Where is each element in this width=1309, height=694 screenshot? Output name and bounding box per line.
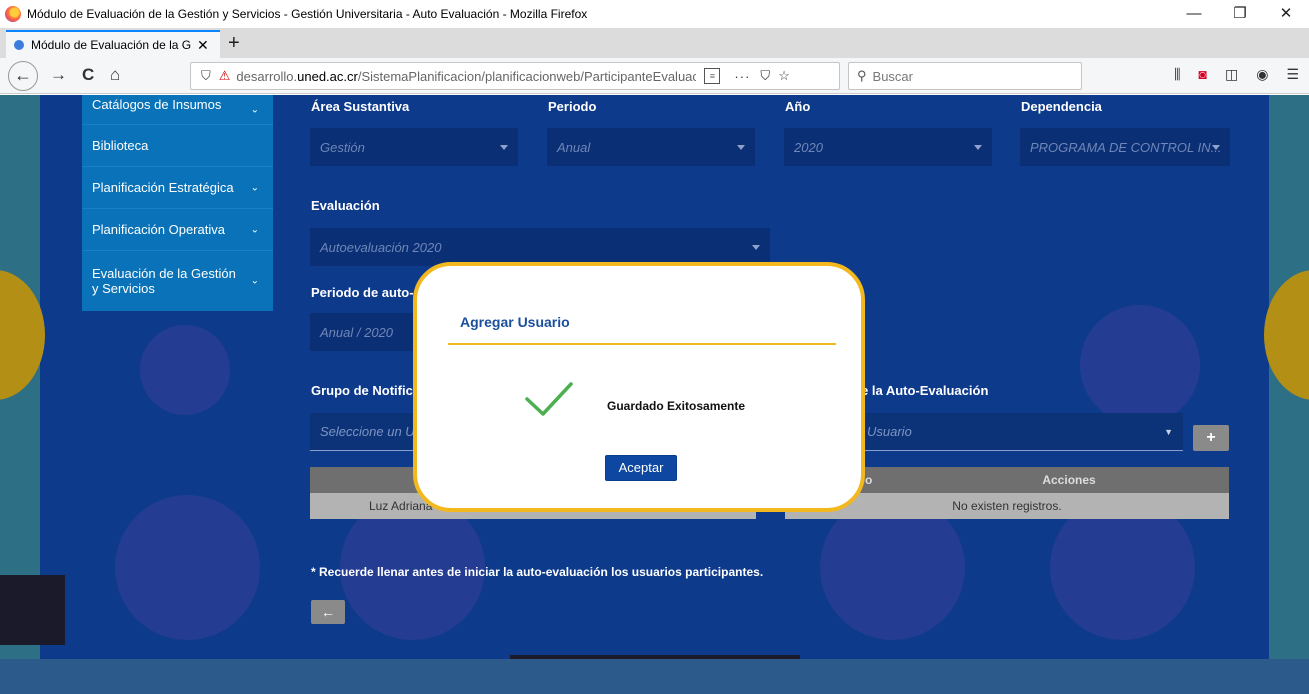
periodo-select[interactable]: Anual — [547, 128, 755, 166]
tab-title: Módulo de Evaluación de la Ge — [31, 38, 191, 52]
people-illustration — [140, 325, 230, 415]
search-placeholder: Buscar — [872, 68, 913, 84]
chevron-down-icon: ⌄ — [250, 224, 259, 235]
sidebar-item-catalogos[interactable]: Catálogos de Insumos ⌄ — [82, 95, 273, 125]
insecure-lock-icon[interactable]: ⚠ — [219, 68, 231, 84]
account-icon[interactable]: ◉ — [1256, 66, 1268, 83]
tracking-shield-icon[interactable]: ⛉ — [201, 68, 211, 84]
pocket-toolbar-icon[interactable]: ◙ — [1199, 66, 1207, 83]
tab-close-icon[interactable]: ✕ — [197, 37, 209, 54]
browser-tab[interactable]: Módulo de Evaluación de la Ge ✕ — [6, 30, 220, 58]
area-label: Área Sustantiva — [311, 99, 410, 114]
grupo-notificacion-label: Grupo de Notificac — [311, 383, 428, 398]
modal-divider — [448, 343, 836, 345]
evaluacion-label: Evaluación — [311, 198, 380, 213]
calendar-illustration — [115, 495, 260, 640]
search-icon: ⚲ — [857, 68, 867, 83]
background-monitor-left — [0, 575, 65, 645]
toolbar-icons: ⫼ ◙ ◫ ◉ ☰ — [1174, 66, 1299, 83]
table-header-col1: o — [865, 473, 873, 487]
nav-bar: ← → C ⌂ ⛉ ⚠ desarrollo.uned.ac.cr/Sistem… — [0, 58, 1309, 94]
dependencia-select[interactable]: PROGRAMA DE CONTROL IN... — [1020, 128, 1230, 166]
success-modal: Agregar Usuario Guardado Exitosamente Ac… — [413, 262, 865, 512]
window-title: Módulo de Evaluación de la Gestión y Ser… — [27, 7, 588, 21]
background-floor — [0, 659, 1309, 694]
back-arrow-button[interactable]: ← — [311, 600, 345, 624]
sidebar-toggle-icon[interactable]: ◫ — [1225, 66, 1238, 83]
table-cell-usuario: Luz Adriana — [369, 499, 433, 513]
anio-select[interactable]: 2020 — [784, 128, 992, 166]
empty-table-message: No existen registros. — [952, 499, 1062, 513]
periodo-label: Periodo — [548, 99, 597, 114]
sidebar-item-evaluacion[interactable]: Evaluación de la Gestión y Servicios ⌄ — [82, 251, 273, 311]
sidebar-menu: Catálogos de Insumos ⌄ Biblioteca Planif… — [82, 95, 273, 311]
page-actions-button[interactable]: ··· — [734, 69, 750, 84]
caret-down-icon — [1212, 145, 1220, 150]
library-icon[interactable]: ⫼ — [1174, 66, 1180, 83]
modal-title: Agregar Usuario — [460, 314, 570, 330]
tab-strip: Módulo de Evaluación de la Ge ✕ + — [0, 28, 1309, 58]
grupo-usuario-select[interactable]: Seleccione un Us — [310, 413, 430, 451]
tab-favicon-icon — [14, 40, 24, 50]
periodo-auto-field: Anual / 2020 — [310, 313, 430, 351]
menu-icon[interactable]: ☰ — [1286, 66, 1299, 83]
add-participant-button[interactable]: + — [1193, 425, 1229, 451]
caret-down-icon — [974, 145, 982, 150]
caret-down-icon — [752, 245, 760, 250]
back-button[interactable]: ← — [8, 61, 38, 91]
chevron-down-icon: ⌄ — [250, 275, 259, 287]
area-select[interactable]: Gestión — [310, 128, 518, 166]
periodo-auto-label: Periodo de auto-ev — [311, 285, 429, 300]
evaluacion-select[interactable]: Autoevaluación 2020 — [310, 228, 770, 266]
reader-view-icon[interactable]: ≡ — [704, 68, 721, 84]
caret-down-icon — [737, 145, 745, 150]
restore-button[interactable]: ❐ — [1217, 0, 1263, 28]
sidebar-item-planificacion-estrategica[interactable]: Planificación Estratégica ⌄ — [82, 167, 273, 209]
participante-usuario-select[interactable]: Usuario ▼ — [861, 413, 1183, 451]
reload-button[interactable]: C — [82, 65, 94, 85]
clock-illustration — [1080, 305, 1200, 425]
search-bar[interactable]: ⚲ Buscar — [848, 62, 1082, 90]
new-tab-button[interactable]: + — [228, 32, 240, 55]
dependencia-label: Dependencia — [1021, 99, 1102, 114]
caret-down-icon: ▼ — [1164, 427, 1173, 437]
success-message: Guardado Exitosamente — [607, 399, 746, 413]
window-titlebar: Módulo de Evaluación de la Gestión y Ser… — [0, 0, 1309, 28]
chevron-down-icon: ⌄ — [250, 104, 259, 115]
bookmark-star-icon[interactable]: ☆ — [778, 68, 790, 84]
anio-label: Año — [785, 99, 811, 114]
forward-button[interactable]: → — [50, 65, 67, 85]
reminder-note: * Recuerde llenar antes de iniciar la au… — [311, 565, 764, 579]
checkmark-icon — [525, 382, 573, 416]
pocket-icon[interactable]: ⛉ — [760, 68, 770, 84]
chevron-down-icon: ⌄ — [250, 182, 259, 193]
sidebar-item-biblioteca[interactable]: Biblioteca — [82, 125, 273, 167]
url-text[interactable]: desarrollo.uned.ac.cr/SistemaPlanificaci… — [236, 69, 696, 84]
participantes-label: e la Auto-Evaluación — [861, 383, 989, 398]
table-header-acciones: Acciones — [1042, 473, 1096, 487]
firefox-logo-icon — [5, 6, 21, 22]
minimize-button[interactable]: — — [1171, 0, 1217, 28]
close-window-button[interactable]: ✕ — [1263, 0, 1309, 28]
url-bar[interactable]: ⛉ ⚠ desarrollo.uned.ac.cr/SistemaPlanifi… — [190, 62, 840, 90]
accept-button[interactable]: Aceptar — [605, 455, 677, 481]
sidebar-item-planificacion-operativa[interactable]: Planificación Operativa ⌄ — [82, 209, 273, 251]
home-button[interactable]: ⌂ — [110, 65, 120, 85]
caret-down-icon — [500, 145, 508, 150]
window-controls: — ❐ ✕ — [1171, 0, 1309, 28]
